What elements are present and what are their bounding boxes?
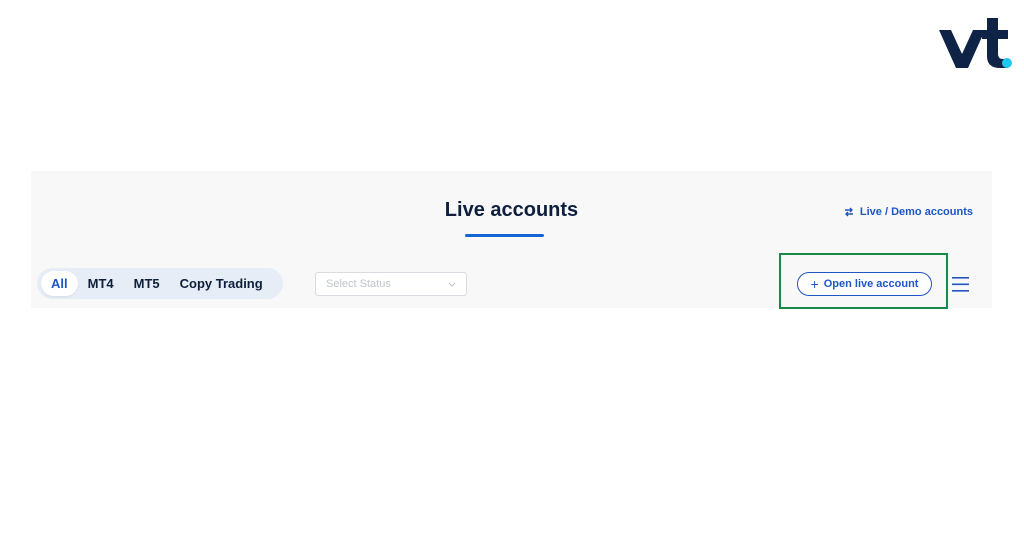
live-demo-switch-link[interactable]: Live / Demo accounts: [844, 206, 973, 218]
vt-logo-mark: [939, 18, 1012, 68]
tab-mt4[interactable]: MT4: [78, 271, 124, 296]
chevron-down-icon: [448, 282, 456, 287]
accounts-panel: Live accounts Live / Demo accounts All M…: [31, 171, 992, 309]
open-live-account-button[interactable]: + Open live account: [797, 272, 932, 296]
live-demo-switch-label: Live / Demo accounts: [859, 206, 973, 218]
page: Live accounts Live / Demo accounts All M…: [0, 0, 1024, 559]
title-underline: [465, 234, 544, 237]
status-select-placeholder: Select Status: [326, 278, 391, 290]
status-select[interactable]: Select Status: [315, 272, 467, 296]
plus-icon: +: [810, 276, 819, 292]
swap-arrows-icon: [844, 207, 854, 217]
tab-all[interactable]: All: [41, 271, 78, 296]
account-type-tabs: All MT4 MT5 Copy Trading: [37, 268, 283, 299]
tab-mt5[interactable]: MT5: [124, 271, 170, 296]
open-live-account-label: Open live account: [823, 278, 919, 290]
hamburger-menu-icon[interactable]: [952, 276, 970, 293]
tab-copy-trading[interactable]: Copy Trading: [170, 271, 273, 296]
vt-logo: [938, 16, 1014, 72]
